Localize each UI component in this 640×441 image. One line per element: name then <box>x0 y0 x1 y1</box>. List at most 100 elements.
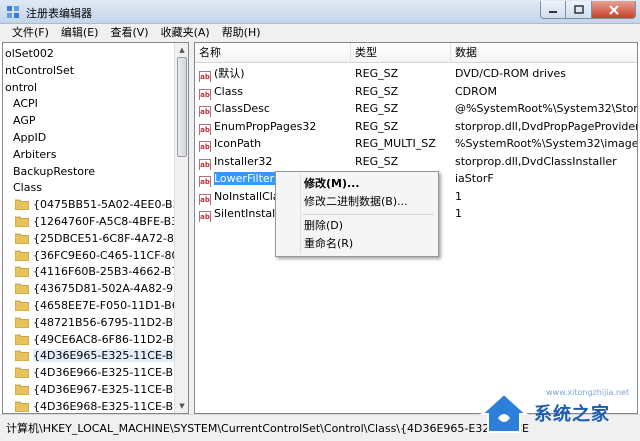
table-row[interactable]: ab (默认) REG_SZ DVD/CD-ROM drives <box>195 65 637 82</box>
value-type: REG_SZ <box>355 102 399 115</box>
tree-node-label: {0475BB51-5A02-4EE0-B36C-2 <box>33 198 189 212</box>
tree-node[interactable]: ntControlSet <box>5 62 74 79</box>
tree-node[interactable]: {25DBCE51-6C8F-4A72-8A6D- <box>15 230 188 247</box>
tree-node[interactable]: AGP <box>13 112 36 129</box>
scrollbar-thumb[interactable] <box>177 57 187 157</box>
value-data: storprop.dll,DvdClassInstaller <box>455 154 617 168</box>
folder-icon <box>15 334 29 345</box>
menu-view[interactable]: 查看(V) <box>104 24 154 42</box>
tree-node-label: AppID <box>13 131 47 144</box>
value-name: SilentInstall <box>214 207 279 220</box>
column-header-type[interactable]: 类型 <box>351 43 451 63</box>
column-header-name[interactable]: 名称 <box>195 43 351 63</box>
tree-node[interactable]: {4658EE7E-F050-11D1-B6BD-0 <box>15 297 189 314</box>
tree-node-label: {49CE6AC8-6F86-11D2-B1E5-0 <box>33 332 189 346</box>
watermark-logo: www.xitongzhijia.net 系统之家 <box>476 386 636 438</box>
tree-node-label: {36FC9E60-C465-11CF-8056-4 <box>33 248 189 262</box>
menu-edit[interactable]: 编辑(E) <box>55 24 105 42</box>
scroll-up-icon[interactable]: ▲ <box>177 45 187 55</box>
tree-node[interactable]: {36FC9E60-C465-11CF-8056-4 <box>15 247 189 264</box>
title-bar: 注册表编辑器 <box>0 0 640 24</box>
tree-node[interactable]: Arbiters <box>13 146 56 163</box>
string-value-icon: ab <box>199 158 211 170</box>
value-data: @%SystemRoot%\System32\StorPro <box>455 102 637 115</box>
scroll-down-icon[interactable]: ▼ <box>177 401 187 411</box>
value-name: IconPath <box>214 137 262 150</box>
close-button[interactable] <box>592 1 636 19</box>
value-type: REG_MULTI_SZ <box>355 137 436 150</box>
tree-node-label: {48721B56-6795-11D2-B1A8-0 <box>33 315 189 329</box>
context-menu: 修改(M)... 修改二进制数据(B)... 删除(D) 重命名(R) <box>275 171 439 257</box>
maximize-icon <box>573 5 584 14</box>
tree-node[interactable]: olSet002 <box>5 45 54 62</box>
tree-vertical-scrollbar[interactable]: ▲ ▼ <box>174 43 188 413</box>
string-value-icon: ab <box>199 71 211 82</box>
context-modify[interactable]: 修改(M)... <box>304 176 360 192</box>
value-name: LowerFilters <box>214 172 280 185</box>
context-modify-binary[interactable]: 修改二进制数据(B)... <box>304 194 408 210</box>
tree-node[interactable]: Class <box>13 179 42 196</box>
registry-tree[interactable]: olSet002 ntControlSet ontrol ACPI AGP AppID Ar… <box>2 42 189 414</box>
context-menu-gutter <box>300 174 301 254</box>
tree-node-label: ACPI <box>13 97 38 111</box>
value-data: %SystemRoot%\System32\imageres. <box>455 137 637 150</box>
tree-node[interactable]: {4D36E966-E325-11CE-BFC1-0 <box>15 364 189 381</box>
minimize-button[interactable] <box>540 1 566 19</box>
folder-icon <box>15 216 29 227</box>
tree-node-label: BackupRestore <box>13 164 96 178</box>
tree-node[interactable]: {4D36E968-E325-11CE-BFC1-0 <box>15 398 188 413</box>
table-row[interactable]: ab IconPath REG_MULTI_SZ %SystemRoot%\Syste… <box>195 135 637 152</box>
string-value-icon: ab <box>199 211 211 222</box>
tree-node[interactable]: {4D36E967-E325-11CE-BFC1-0 <box>15 381 189 398</box>
context-separator <box>302 214 434 215</box>
tree-node[interactable]: AppID <box>13 129 46 146</box>
tree-node[interactable]: ACPI <box>13 95 38 112</box>
tree-node-label: {4116F60B-25B3-4662-B732-9 <box>33 265 189 279</box>
tree-node-label: {43675D81-502A-4A82-9F84-B <box>33 282 189 296</box>
value-data: storprop.dll,DvdPropPageProvider <box>455 119 637 133</box>
tree-node[interactable]: {48721B56-6795-11D2-B1A8-0 <box>15 314 189 331</box>
tree-node[interactable]: {4116F60B-25B3-4662-B732-9 <box>15 263 189 280</box>
tree-node[interactable]: {1264760F-A5C8-4BFE-B314-D <box>15 213 188 230</box>
tree-node[interactable]: BackupRestore <box>13 163 95 180</box>
tree-node[interactable]: {0475BB51-5A02-4EE0-B36C-2 <box>15 196 189 213</box>
watermark-text: 系统之家 <box>534 404 610 425</box>
string-value-icon: ab <box>199 106 211 117</box>
menu-file[interactable]: 文件(F) <box>6 24 55 42</box>
value-data: 1 <box>455 207 462 220</box>
table-row[interactable]: ab Installer32 REG_SZ storprop.dll,DvdClass… <box>195 153 637 170</box>
tree-node-label: {4D36E967-E325-11CE-BFC1-0 <box>33 383 189 396</box>
tree-node-label: ontrol <box>5 80 38 94</box>
tree-node[interactable]: ontrol <box>5 79 37 96</box>
maximize-button[interactable] <box>566 1 592 19</box>
regedit-app-icon <box>7 6 19 18</box>
menu-help[interactable]: 帮助(H) <box>216 24 267 42</box>
folder-icon <box>15 317 29 328</box>
string-value-icon: ab <box>199 88 211 100</box>
tree-node-label: {4D36E966-E325-11CE-BFC1-0 <box>33 366 189 380</box>
tree-node-label: ntControlSet <box>5 63 75 77</box>
close-icon <box>608 4 619 15</box>
house-logo-icon <box>479 392 529 433</box>
tree-node[interactable]: {4D36E965-E325-11CE-BFC1-0 <box>15 347 188 364</box>
table-row[interactable]: ab Class REG_SZ CDROM <box>195 83 637 100</box>
table-row[interactable]: ab EnumPropPages32 REG_SZ storprop.dll,DvdP… <box>195 118 637 135</box>
value-name: EnumPropPages32 <box>214 119 317 133</box>
tree-node[interactable]: {43675D81-502A-4A82-9F84-B <box>15 280 189 297</box>
context-delete[interactable]: 删除(D) <box>304 218 343 234</box>
menu-bar: 文件(F) 编辑(E) 查看(V) 收藏夹(A) 帮助(H) <box>0 24 640 42</box>
folder-icon <box>15 384 29 395</box>
context-rename[interactable]: 重命名(R) <box>304 236 353 252</box>
menu-favorites[interactable]: 收藏夹(A) <box>155 24 216 42</box>
value-data: iaStorF <box>455 172 494 185</box>
folder-icon <box>15 350 29 362</box>
tree-node[interactable]: {49CE6AC8-6F86-11D2-B1E5-0 <box>15 331 189 348</box>
column-header-data[interactable]: 数据 <box>451 43 637 63</box>
folder-icon <box>15 233 29 244</box>
value-name: Class <box>214 84 243 98</box>
table-row[interactable]: ab ClassDesc REG_SZ @%SystemRoot%\System32\… <box>195 100 637 117</box>
tree-node-label: {4658EE7E-F050-11D1-B6BD-0 <box>33 299 189 312</box>
value-data: CDROM <box>455 84 497 98</box>
folder-icon <box>15 367 29 379</box>
value-type: REG_SZ <box>355 67 399 80</box>
